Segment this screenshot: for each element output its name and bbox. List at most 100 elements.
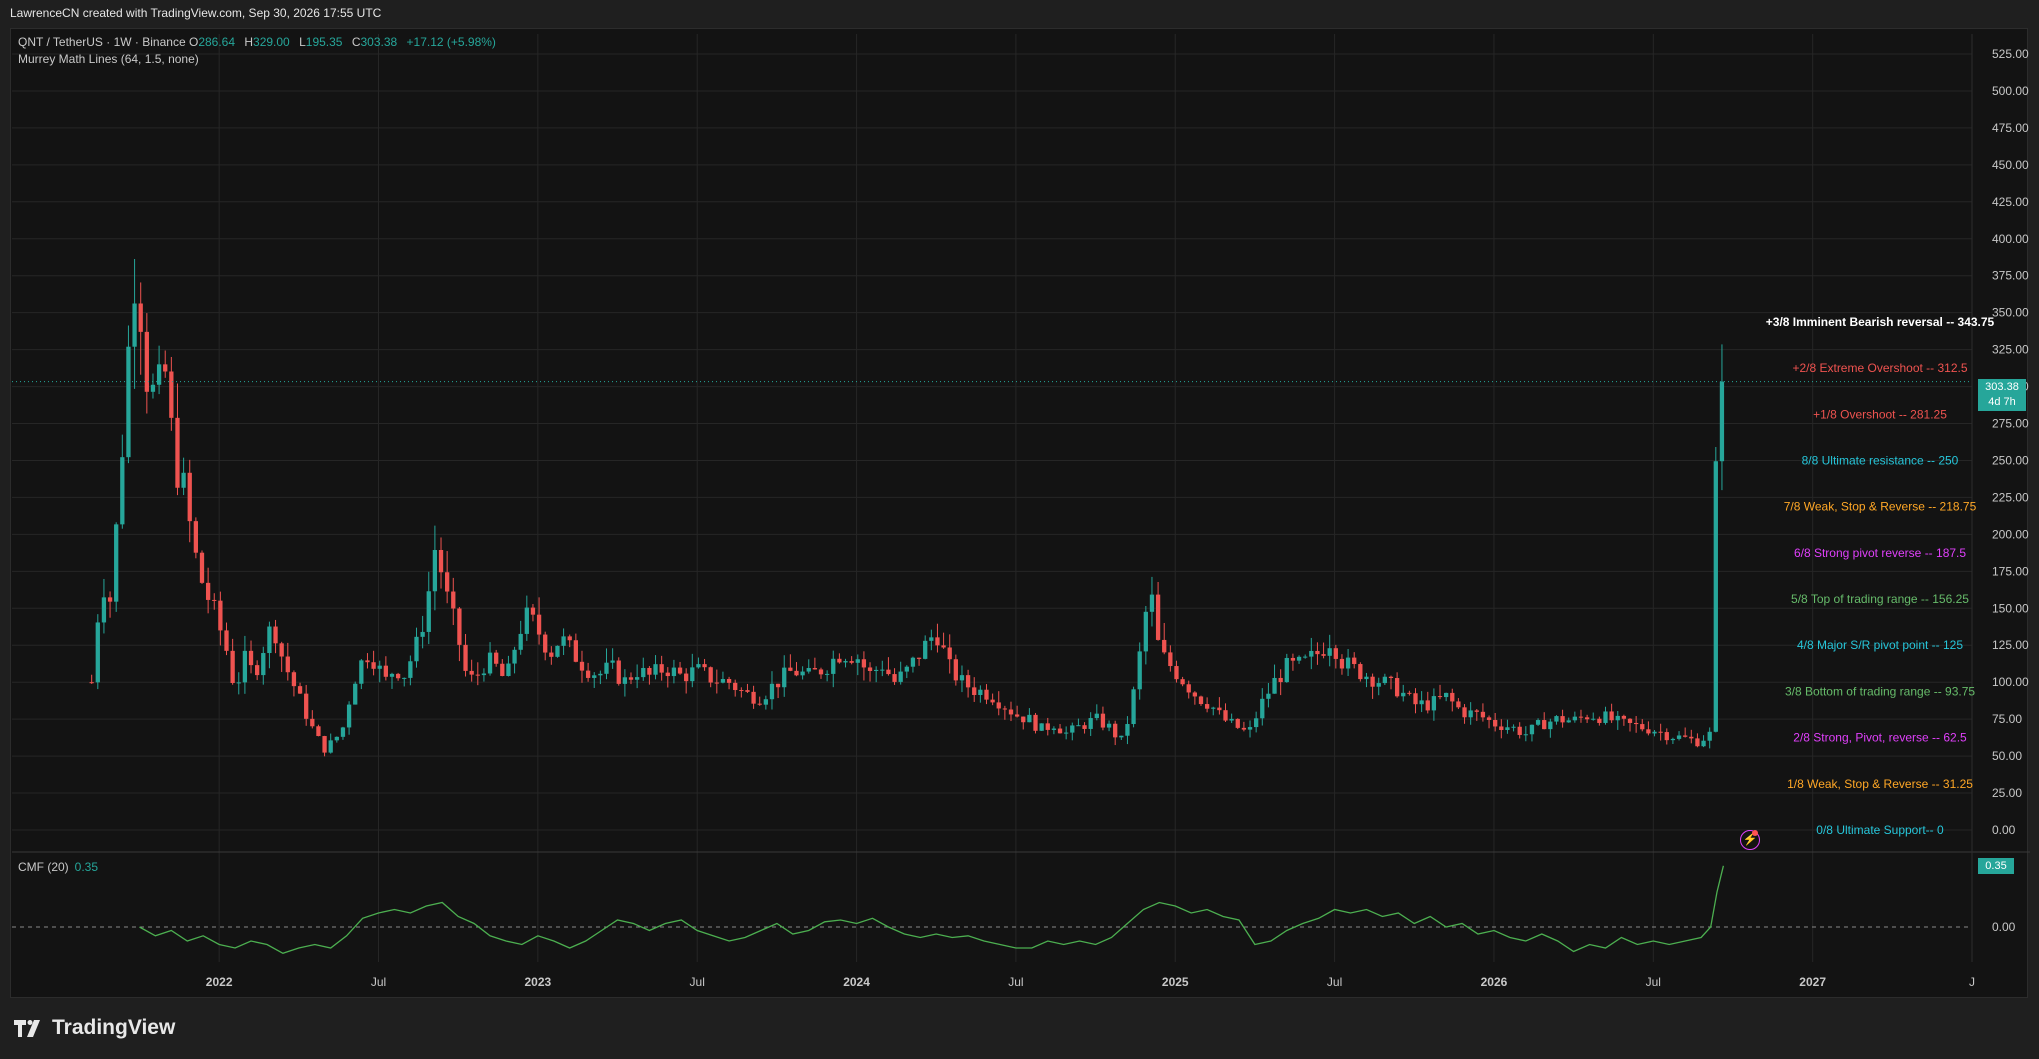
candle-body[interactable] bbox=[549, 652, 554, 657]
candle-body[interactable] bbox=[1315, 650, 1320, 655]
candle-body[interactable] bbox=[1321, 654, 1326, 656]
candle-body[interactable] bbox=[414, 636, 419, 662]
candle-body[interactable] bbox=[1204, 704, 1210, 709]
candle-body[interactable] bbox=[1419, 700, 1424, 705]
candle-body[interactable] bbox=[1008, 709, 1014, 715]
candle-body[interactable] bbox=[641, 667, 646, 678]
candle-body[interactable] bbox=[978, 689, 983, 696]
tradingview-brand[interactable]: TradingView bbox=[12, 1015, 175, 1041]
murrey-line-label[interactable]: 5/8 Top of trading range -- 156.25 bbox=[1791, 592, 1969, 606]
candle-body[interactable] bbox=[1615, 715, 1620, 721]
candle-body[interactable] bbox=[880, 669, 885, 671]
murrey-line-label[interactable]: 6/8 Strong pivot reverse -- 187.5 bbox=[1794, 546, 1966, 560]
candle-body[interactable] bbox=[1217, 707, 1222, 711]
candle-body[interactable] bbox=[1247, 727, 1253, 730]
candle-body[interactable] bbox=[696, 664, 701, 668]
candle-body[interactable] bbox=[665, 672, 670, 677]
candle-body[interactable] bbox=[524, 607, 529, 634]
candle-body[interactable] bbox=[218, 600, 223, 631]
cmf-line[interactable] bbox=[139, 865, 1725, 955]
candle-body[interactable] bbox=[1033, 714, 1038, 731]
candle-body[interactable] bbox=[1339, 658, 1345, 669]
candle-body[interactable] bbox=[1517, 726, 1522, 735]
candle-body[interactable] bbox=[1609, 711, 1614, 721]
candle-body[interactable] bbox=[181, 472, 186, 488]
candle-body[interactable] bbox=[144, 331, 149, 392]
indicator-label[interactable]: Murrey Math Lines (64, 1.5, none) bbox=[18, 51, 502, 68]
candle-body[interactable] bbox=[585, 670, 591, 678]
candle-body[interactable] bbox=[224, 630, 229, 651]
candle-body[interactable] bbox=[929, 637, 934, 641]
murrey-line-label[interactable]: 1/8 Weak, Stop & Reverse -- 31.25 bbox=[1787, 777, 1973, 791]
candle-body[interactable] bbox=[598, 673, 603, 676]
candle-body[interactable] bbox=[530, 607, 536, 615]
candle-body[interactable] bbox=[1676, 735, 1682, 739]
candle-body[interactable] bbox=[187, 472, 192, 522]
candle-body[interactable] bbox=[1603, 711, 1608, 723]
candle-body[interactable] bbox=[996, 702, 1001, 709]
candle-body[interactable] bbox=[1064, 732, 1069, 734]
candle-body[interactable] bbox=[1100, 713, 1106, 728]
candle-body[interactable] bbox=[684, 673, 689, 682]
candle-body[interactable] bbox=[512, 649, 517, 664]
candle-body[interactable] bbox=[653, 664, 658, 675]
candle-body[interactable] bbox=[739, 690, 744, 692]
candle-body[interactable] bbox=[782, 667, 787, 688]
candle-body[interactable] bbox=[947, 647, 952, 660]
candle-body[interactable] bbox=[659, 664, 664, 673]
candle-body[interactable] bbox=[1591, 718, 1596, 720]
candle-body[interactable] bbox=[904, 666, 909, 672]
candle-body[interactable] bbox=[647, 667, 652, 675]
candle-body[interactable] bbox=[469, 670, 474, 675]
candle-body[interactable] bbox=[138, 303, 143, 332]
candle-body[interactable] bbox=[1352, 657, 1357, 665]
candle-body[interactable] bbox=[1168, 652, 1173, 667]
candle-body[interactable] bbox=[1143, 611, 1148, 652]
candle-body[interactable] bbox=[230, 650, 235, 684]
candle-body[interactable] bbox=[861, 659, 867, 668]
candle-body[interactable] bbox=[788, 667, 793, 671]
murrey-line-label[interactable]: 7/8 Weak, Stop & Reverse -- 218.75 bbox=[1784, 500, 1977, 514]
candle-body[interactable] bbox=[886, 669, 891, 675]
candle-body[interactable] bbox=[291, 672, 297, 687]
candle-body[interactable] bbox=[297, 686, 303, 694]
candle-body[interactable] bbox=[1627, 718, 1633, 723]
candle-body[interactable] bbox=[199, 552, 205, 583]
candle-body[interactable] bbox=[812, 667, 818, 670]
candle-body[interactable] bbox=[451, 591, 456, 609]
murrey-line-label[interactable]: 2/8 Strong, Pivot, reverse -- 62.5 bbox=[1793, 731, 1967, 745]
candle-body[interactable] bbox=[1719, 381, 1725, 462]
candle-body[interactable] bbox=[1493, 719, 1498, 727]
candle-body[interactable] bbox=[1088, 718, 1093, 729]
murrey-line-label[interactable]: +1/8 Overshoot -- 281.25 bbox=[1813, 407, 1947, 421]
candle-body[interactable] bbox=[579, 661, 585, 671]
candle-body[interactable] bbox=[622, 677, 628, 684]
candle-body[interactable] bbox=[346, 704, 352, 728]
candle-body[interactable] bbox=[1695, 738, 1700, 747]
candle-body[interactable] bbox=[236, 682, 241, 684]
candle-body[interactable] bbox=[193, 521, 199, 553]
candle-body[interactable] bbox=[212, 599, 217, 601]
candle-body[interactable] bbox=[279, 643, 284, 657]
candle-body[interactable] bbox=[304, 693, 309, 719]
candle-body[interactable] bbox=[1333, 648, 1338, 659]
murrey-line-label[interactable]: +2/8 Extreme Overshoot -- 312.5 bbox=[1792, 361, 1967, 375]
candle-body[interactable] bbox=[1382, 676, 1388, 684]
candle-body[interactable] bbox=[567, 636, 572, 641]
candle-body[interactable] bbox=[1480, 711, 1486, 718]
candle-body[interactable] bbox=[432, 549, 438, 592]
candle-body[interactable] bbox=[1701, 740, 1706, 747]
candle-body[interactable] bbox=[536, 614, 542, 635]
candle-body[interactable] bbox=[555, 645, 560, 657]
candle-body[interactable] bbox=[322, 736, 327, 753]
candle-body[interactable] bbox=[1683, 735, 1688, 737]
candle-body[interactable] bbox=[1548, 721, 1553, 730]
candle-body[interactable] bbox=[959, 675, 965, 681]
candle-body[interactable] bbox=[800, 671, 805, 676]
candle-body[interactable] bbox=[1597, 718, 1602, 723]
candle-body[interactable] bbox=[1254, 718, 1259, 728]
candle-body[interactable] bbox=[169, 371, 174, 418]
candle-body[interactable] bbox=[1560, 716, 1565, 723]
candle-body[interactable] bbox=[1364, 676, 1369, 680]
candle-body[interactable] bbox=[328, 740, 333, 753]
